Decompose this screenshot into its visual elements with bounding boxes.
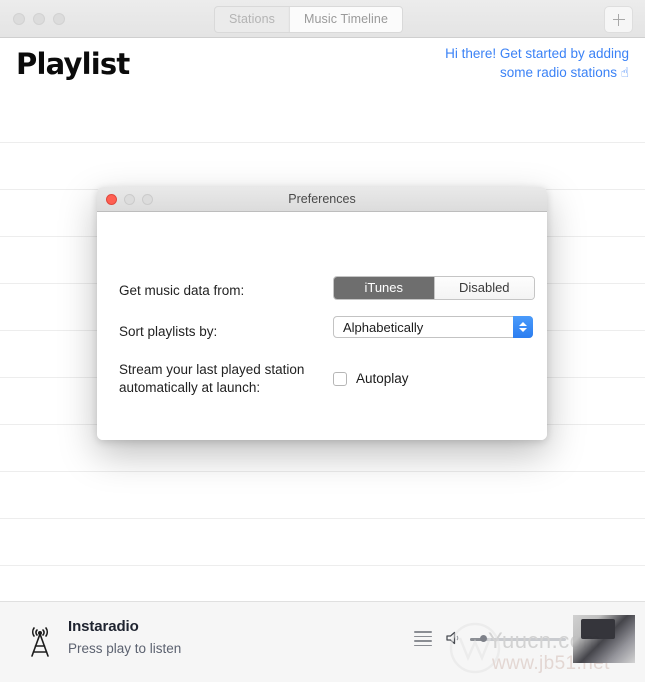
preferences-body: Get music data from: iTunes Disabled Sor… <box>97 212 547 440</box>
list-item[interactable] <box>0 143 645 190</box>
list-item[interactable] <box>0 96 645 143</box>
preferences-minimize-button[interactable] <box>124 194 135 205</box>
add-station-button[interactable] <box>604 6 633 33</box>
sort-playlists-select[interactable]: Alphabetically <box>333 316 533 338</box>
hint-line-2: some radio stations <box>499 65 617 80</box>
label-stream-at-launch: Stream your last played station automati… <box>119 362 305 395</box>
window-minimize-button[interactable] <box>33 13 45 25</box>
radio-tower-icon <box>31 627 49 657</box>
censored-region <box>573 615 635 663</box>
preferences-traffic-lights <box>106 194 153 205</box>
preferences-dialog: Preferences Get music data from: iTunes … <box>97 187 547 440</box>
autoplay-label: Autoplay <box>356 371 409 386</box>
source-option-itunes[interactable]: iTunes <box>334 277 434 299</box>
hint-line-1: Hi there! Get started by adding <box>445 46 629 61</box>
player-now-playing: Instaradio Press play to listen <box>68 618 181 656</box>
page-header: Playlist Hi there! Get started by adding… <box>0 38 645 96</box>
list-item[interactable] <box>0 566 645 601</box>
list-line <box>414 635 432 638</box>
preferences-close-button[interactable] <box>106 194 117 205</box>
list-lines-icon[interactable] <box>414 631 432 647</box>
list-line <box>414 631 432 633</box>
tab-music-timeline[interactable]: Music Timeline <box>288 7 403 32</box>
label-sort-playlists: Sort playlists by: <box>119 324 218 339</box>
sort-playlists-value: Alphabetically <box>343 320 424 335</box>
view-tab-group: Stations Music Timeline <box>214 6 404 33</box>
plus-icon <box>612 13 625 26</box>
source-option-disabled[interactable]: Disabled <box>433 277 534 299</box>
autoplay-checkbox[interactable] <box>333 371 347 386</box>
list-item[interactable] <box>0 472 645 519</box>
preferences-zoom-button[interactable] <box>142 194 153 205</box>
player-station-title: Instaradio <box>68 618 139 635</box>
chevron-down-icon <box>519 328 527 332</box>
preferences-title: Preferences <box>288 192 356 206</box>
music-source-segmented-control: iTunes Disabled <box>333 276 535 300</box>
app-window: Stations Music Timeline Playlist Hi ther… <box>0 0 645 682</box>
tab-stations[interactable]: Stations <box>215 7 289 32</box>
stepper-icon[interactable] <box>513 316 533 338</box>
window-traffic-lights <box>13 13 65 25</box>
window-close-button[interactable] <box>13 13 25 25</box>
label-music-source: Get music data from: <box>119 283 245 298</box>
autoplay-checkbox-row[interactable]: Autoplay <box>333 371 409 386</box>
onboarding-hint-link[interactable]: Hi there! Get started by adding some rad… <box>409 44 629 82</box>
player-status-text: Press play to listen <box>68 641 182 656</box>
pointing-hand-icon: ☝ <box>620 65 629 80</box>
window-titlebar: Stations Music Timeline <box>0 0 645 38</box>
list-item[interactable] <box>0 519 645 566</box>
preferences-titlebar: Preferences <box>97 187 547 212</box>
window-zoom-button[interactable] <box>53 13 65 25</box>
page-title: Playlist <box>16 47 130 81</box>
chevron-up-icon <box>519 322 527 326</box>
list-line <box>414 640 432 642</box>
